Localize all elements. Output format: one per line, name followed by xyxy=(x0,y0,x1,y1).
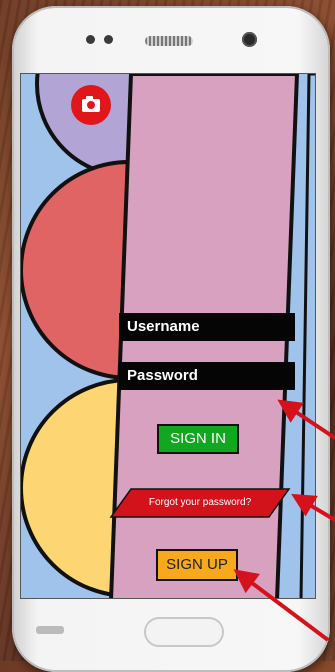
arrow-to-forgot xyxy=(291,493,335,522)
annotation-arrows xyxy=(233,399,335,642)
arrow-to-signup xyxy=(233,569,330,642)
arrow-to-password xyxy=(277,399,335,440)
